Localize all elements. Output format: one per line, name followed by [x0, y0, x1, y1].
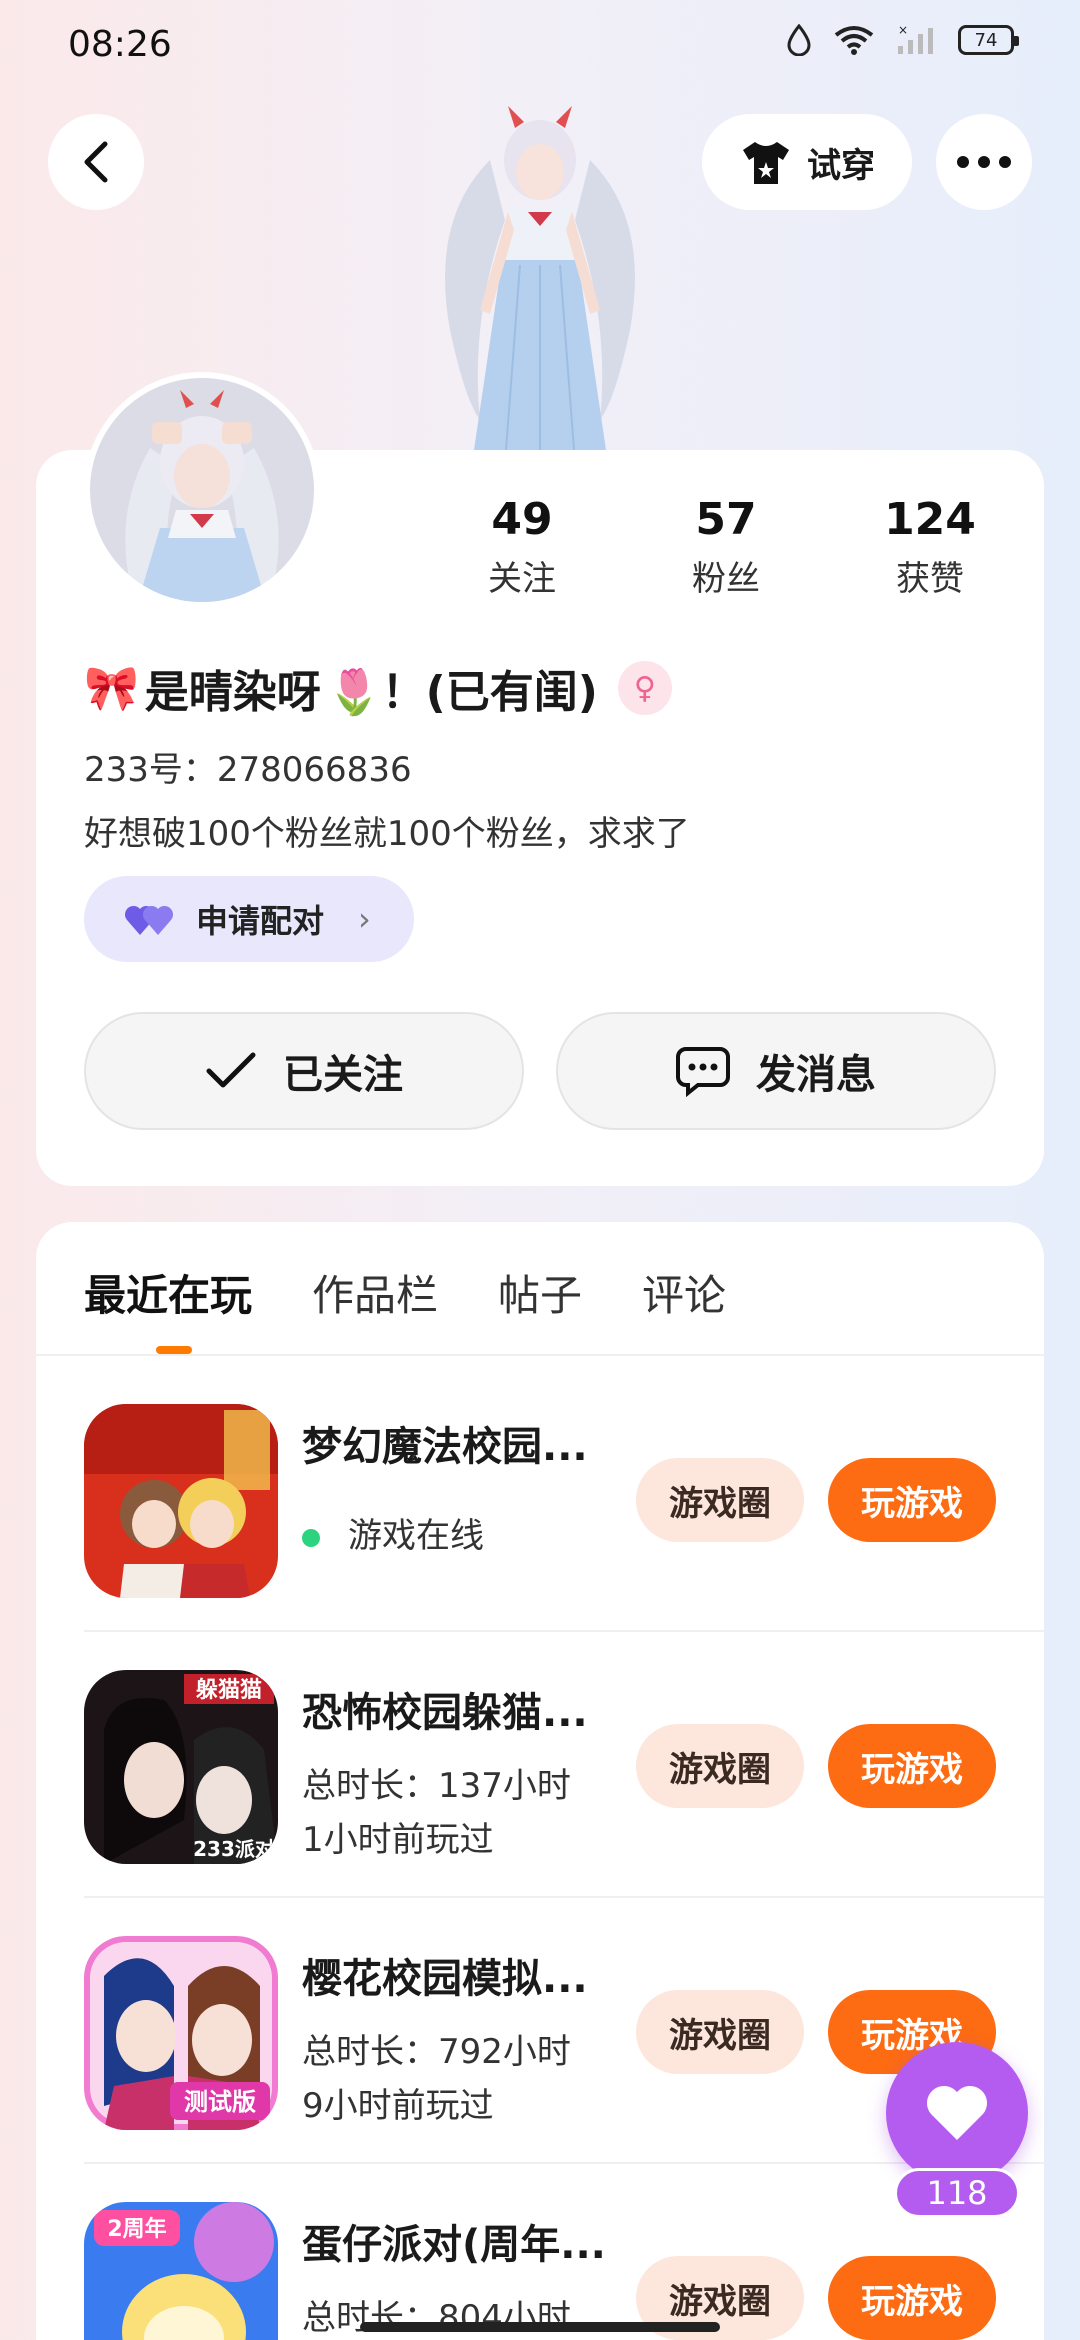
game-icon: 躲猫猫 233派对 [84, 1670, 278, 1864]
play-game-button[interactable]: 玩游戏 [828, 2256, 996, 2340]
play-game-button[interactable]: 玩游戏 [828, 1724, 996, 1808]
battery-icon: 74 [958, 25, 1019, 55]
chevron-left-icon [84, 141, 108, 183]
avatar[interactable] [84, 372, 320, 608]
game-total-time: 总时长：792小时 [302, 2032, 571, 2072]
game-title: 恐怖校园躲猫... [302, 1690, 588, 1736]
stat-following-label: 关注 [488, 559, 556, 599]
status-time: 08:26 [68, 24, 172, 65]
game-title: 樱花校园模拟... [302, 1956, 588, 2002]
game-title: 梦幻魔法校园... [302, 1424, 588, 1470]
home-indicator[interactable] [360, 2322, 720, 2332]
tab-recently-played[interactable]: 最近在玩 [84, 1262, 252, 1323]
avatar-character-image [445, 106, 635, 450]
user-id: 233号：278066836 [84, 750, 412, 790]
back-button[interactable] [48, 114, 144, 210]
profile-tabs: 最近在玩 作品栏 帖子 评论 [84, 1262, 726, 1323]
stat-likes[interactable]: 124 获赞 [860, 494, 1000, 600]
game-last-played: 1小时前玩过 [302, 1820, 494, 1860]
tab-comments[interactable]: 评论 [642, 1262, 726, 1323]
chat-bubble-icon [676, 1047, 730, 1097]
game-row[interactable]: 梦幻魔法校园... 游戏在线 游戏圈 玩游戏 [84, 1404, 1004, 1604]
game-online-text: 游戏在线 [348, 1516, 484, 1556]
chevron-right-icon: › [358, 900, 371, 938]
double-heart-icon [124, 905, 174, 935]
svg-text:×: × [898, 24, 908, 37]
game-circle-button[interactable]: 游戏圈 [636, 1724, 804, 1808]
send-message-button[interactable]: 发消息 [556, 1012, 996, 1130]
female-gender-icon: ♀ [617, 661, 672, 715]
ribbon-emoji: 🎀 [84, 663, 139, 714]
user-name: 🎀 是晴染呀 🌷！(已有闺) ♀ [84, 656, 672, 720]
stat-following[interactable]: 49 关注 [452, 494, 592, 600]
stat-followers-label: 粉丝 [692, 559, 760, 599]
game-icon-text: 测试版 [184, 2088, 256, 2116]
game-last-played: 9小时前玩过 [302, 2086, 494, 2126]
tab-posts[interactable]: 帖子 [498, 1262, 582, 1323]
request-pair-label: 申请配对 [196, 902, 325, 940]
game-total-time: 总时长：137小时 [302, 1766, 571, 1806]
followed-label: 已关注 [283, 1052, 403, 1098]
game-icon-text: 躲猫猫 [196, 1677, 262, 1703]
active-tab-indicator [156, 1346, 192, 1354]
avatar-image [90, 378, 314, 602]
try-on-label: 试穿 [807, 145, 875, 186]
followed-button[interactable]: 已关注 [84, 1012, 524, 1130]
more-button[interactable] [936, 114, 1032, 210]
row-divider [84, 2162, 1044, 2164]
game-icon [84, 1404, 278, 1598]
row-divider [84, 1630, 1044, 1632]
game-title: 蛋仔派对(周年... [302, 2222, 606, 2268]
signal-icon: × [898, 24, 933, 54]
user-name-suffix: 🌷！(已有闺) [326, 667, 598, 718]
drop-icon [787, 24, 811, 56]
wifi-icon [834, 26, 874, 55]
send-message-label: 发消息 [756, 1052, 876, 1098]
like-button[interactable] [886, 2042, 1028, 2184]
tshirt-icon [743, 142, 789, 184]
heart-icon [926, 2085, 988, 2140]
game-row[interactable]: 测试版 樱花校园模拟... 总时长：792小时 9小时前玩过 游戏圈 玩游戏 [84, 1936, 1004, 2136]
game-circle-button[interactable]: 游戏圈 [636, 1458, 804, 1542]
tabs-divider [36, 1354, 1044, 1356]
stat-followers-value: 57 [695, 494, 757, 545]
row-divider [84, 1896, 1044, 1898]
game-circle-button[interactable]: 游戏圈 [636, 1990, 804, 2074]
game-icon-text: 2周年 [107, 2216, 166, 2242]
game-status: 游戏在线 [302, 1508, 484, 1557]
play-game-button[interactable]: 玩游戏 [828, 1458, 996, 1542]
user-bio: 好想破100个粉丝就100个粉丝，求求了 [84, 814, 690, 854]
try-on-button[interactable]: 试穿 [702, 114, 912, 210]
stat-followers[interactable]: 57 粉丝 [656, 494, 796, 600]
game-icon-subtext: 233派对 [193, 1837, 275, 1861]
game-icon: 2周年 [84, 2202, 278, 2340]
stat-likes-value: 124 [884, 494, 976, 545]
stat-following-value: 49 [491, 494, 553, 545]
more-dots-icon [957, 156, 1011, 168]
online-status-icon [302, 1528, 320, 1547]
tab-works[interactable]: 作品栏 [312, 1262, 438, 1323]
game-row[interactable]: 躲猫猫 233派对 恐怖校园躲猫... 总时长：137小时 1小时前玩过 游戏圈… [84, 1670, 1004, 1870]
request-pair-button[interactable]: 申请配对 › [84, 876, 414, 962]
game-icon: 测试版 [84, 1936, 278, 2130]
like-count-badge: 118 [894, 2168, 1020, 2218]
user-name-text: 是晴染呀 [144, 667, 321, 718]
status-icons: × 74 [786, 24, 1019, 56]
stat-likes-label: 获赞 [896, 559, 964, 599]
check-icon [206, 1052, 256, 1088]
game-row[interactable]: 2周年 蛋仔派对(周年... 总时长：804小时 游戏圈 玩游戏 [84, 2202, 1004, 2340]
